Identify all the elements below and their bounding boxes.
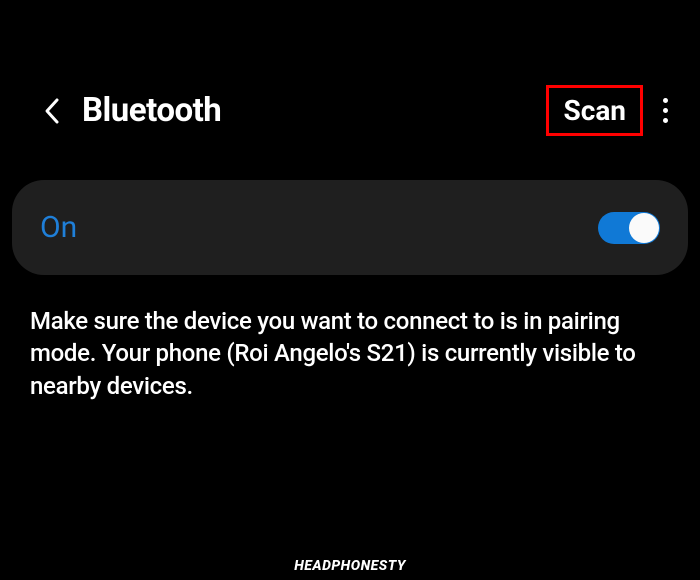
header-bar: Bluetooth Scan	[0, 55, 700, 156]
more-options-icon[interactable]	[651, 90, 680, 131]
toggle-knob	[629, 213, 659, 243]
back-icon[interactable]	[40, 99, 64, 123]
toggle-state-label: On	[40, 210, 77, 245]
scan-highlight: Scan	[546, 85, 643, 136]
page-title: Bluetooth	[82, 91, 546, 130]
bluetooth-toggle-switch[interactable]	[598, 212, 660, 244]
bluetooth-toggle-card[interactable]: On	[12, 180, 688, 275]
watermark-text: HEADPHONESTY	[294, 558, 406, 574]
pairing-help-text: Make sure the device you want to connect…	[0, 275, 700, 402]
scan-button[interactable]: Scan	[563, 94, 626, 127]
